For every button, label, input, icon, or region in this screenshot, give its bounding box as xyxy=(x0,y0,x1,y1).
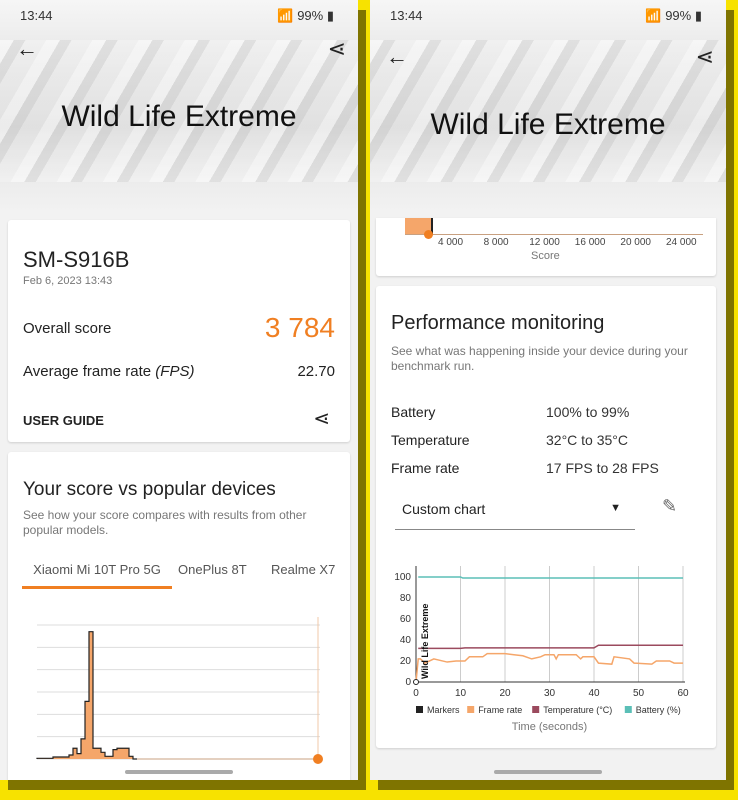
perf-labels: Battery Temperature Frame rate xyxy=(391,398,470,482)
marker-label: Wild Life Extreme xyxy=(420,604,430,679)
histogram-bar xyxy=(93,748,97,759)
right-screen: 13:44 📶 99% ▮ ← ⋖ Wild Life Extreme 4 000… xyxy=(370,0,726,780)
score-distribution-card: 4 000 8 000 12 000 16 000 20 000 24 000 Score xyxy=(376,218,716,276)
score-tick: 16 000 xyxy=(574,237,606,248)
your-score-marker xyxy=(313,754,323,764)
histogram-baseline xyxy=(405,234,703,235)
y-tick-label: 80 xyxy=(400,593,412,604)
x-tick-label: 60 xyxy=(677,688,689,699)
histogram-bar xyxy=(125,748,129,759)
x-tick-label: 50 xyxy=(633,688,645,699)
legend-swatch xyxy=(416,706,423,713)
score-tick: 20 000 xyxy=(620,237,651,248)
temperature-label: Temperature xyxy=(391,432,470,448)
chart-type-value: Custom chart xyxy=(402,501,486,517)
x-tick-label: 0 xyxy=(413,688,419,699)
clock: 13:44 xyxy=(390,8,423,23)
battery-level: 99% xyxy=(297,8,324,23)
performance-card: Performance monitoring See what was happ… xyxy=(376,286,716,748)
legend-label: Temperature (°C) xyxy=(543,705,612,715)
x-tick-label: 20 xyxy=(499,688,511,699)
score-tick: 24 000 xyxy=(666,237,697,248)
device-name: SM-S916B xyxy=(23,247,130,272)
fps-value: 22.70 xyxy=(297,363,335,380)
score-histogram xyxy=(36,617,323,764)
battery-value: 100% to 99% xyxy=(546,404,630,420)
battery-label: Battery xyxy=(391,404,436,420)
legend-swatch xyxy=(624,706,632,713)
nav-handle[interactable] xyxy=(494,770,602,774)
nav-handle[interactable] xyxy=(125,770,233,774)
your-score-marker xyxy=(424,230,433,239)
series-line-temperature xyxy=(418,644,683,650)
performance-title: Performance monitoring xyxy=(391,312,605,334)
y-tick-label: 20 xyxy=(400,656,412,667)
page-title: Wild Life Extreme xyxy=(430,108,666,141)
share-icon[interactable]: ⋖ xyxy=(328,36,346,62)
left-screen: 13:44 📶 99% ▮ ← ⋖ Wild Life Extreme SM-S9… xyxy=(0,0,358,780)
overall-score-label: Overall score xyxy=(23,319,112,337)
status-icons: 📶 99% ▮ xyxy=(277,8,334,23)
performance-subtitle: See what was happening inside your devic… xyxy=(391,344,688,373)
legend-swatch xyxy=(532,706,540,713)
series-line-battery xyxy=(418,576,683,579)
y-tick-label: 40 xyxy=(400,635,412,646)
chart-type-dropdown[interactable]: Custom chart ▼ xyxy=(395,490,635,530)
legend-label: Battery (%) xyxy=(636,705,681,715)
battery-level: 99% xyxy=(665,8,692,23)
score-tick: 8 000 xyxy=(483,237,509,248)
result-card: SM-S916B Feb 6, 2023 13:43 Overall score… xyxy=(8,220,350,442)
user-guide-link[interactable]: USER GUIDE xyxy=(23,413,104,428)
y-tick-label: 100 xyxy=(394,572,411,583)
clock: 13:44 xyxy=(20,8,53,23)
fps-label: Average frame rate (FPS) xyxy=(23,363,194,380)
hero-banner xyxy=(370,0,726,212)
histogram-bar xyxy=(121,748,125,759)
legend-swatch xyxy=(467,706,475,713)
back-arrow-icon[interactable]: ← xyxy=(16,36,38,62)
legend-label: Markers xyxy=(427,705,460,715)
share-result-icon[interactable]: ⋖ xyxy=(313,406,330,431)
x-axis-label: Time (seconds) xyxy=(512,721,587,733)
result-date: Feb 6, 2023 13:43 xyxy=(23,275,113,287)
status-bar: 13:44 📶 99% ▮ xyxy=(390,8,702,24)
score-tick: 4 000 xyxy=(438,237,464,248)
marker-point xyxy=(413,679,419,685)
back-arrow-icon[interactable]: ← xyxy=(386,44,408,70)
overall-score-value: 3 784 xyxy=(264,312,335,343)
dropdown-arrow-icon: ▼ xyxy=(610,502,621,514)
performance-chart: 0 10 20 30 40 50 60 0 20 40 60 80 100 Wild Life Extre… xyxy=(394,566,689,733)
y-tick-label: 60 xyxy=(400,614,412,625)
score-tick: 12 000 xyxy=(529,237,560,248)
temperature-value: 32°C to 35°C xyxy=(546,432,629,448)
x-tick-label: 30 xyxy=(544,688,556,699)
score-axis-label: Score xyxy=(531,250,560,262)
x-tick-label: 10 xyxy=(455,688,467,699)
perf-values: 100% to 99% 32°C to 35°C 17 FPS to 28 FP… xyxy=(546,398,659,482)
compare-card: Your score vs popular devices See how yo… xyxy=(8,452,350,780)
histogram-bar xyxy=(77,753,81,759)
x-tick-label: 40 xyxy=(588,688,600,699)
status-bar: 13:44 📶 99% ▮ xyxy=(20,8,334,24)
y-tick-label: 0 xyxy=(405,677,411,688)
legend-label: Frame rate xyxy=(478,705,522,715)
status-icons: 📶 99% ▮ xyxy=(645,8,702,23)
fps-label-text: Average frame rate xyxy=(23,363,152,380)
fps-unit: (FPS) xyxy=(155,363,195,380)
framerate-value: 17 FPS to 28 FPS xyxy=(546,460,659,476)
edit-pencil-icon[interactable]: ✎ xyxy=(662,496,677,517)
framerate-label: Frame rate xyxy=(391,460,460,476)
page-title: Wild Life Extreme xyxy=(61,100,297,133)
share-icon[interactable]: ⋖ xyxy=(696,44,714,70)
